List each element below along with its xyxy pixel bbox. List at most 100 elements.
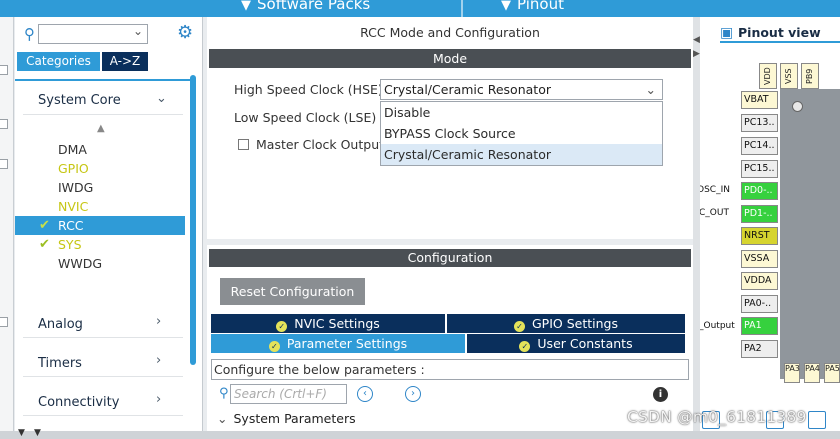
parameter-search-input[interactable]: Search (Crtl+F) [230, 384, 347, 404]
pin-vdda[interactable]: VDDA [741, 272, 778, 290]
left-edge-strip [0, 17, 14, 431]
bottom-pin-pa3[interactable]: PA3 [784, 363, 800, 383]
section-system-core[interactable]: System Core [38, 93, 121, 108]
list-item-rcc[interactable]: ✔ RCC [15, 216, 185, 235]
tab-categories[interactable]: Categories [17, 52, 100, 71]
tab-parameter-settings[interactable]: ✓ Parameter Settings [211, 334, 465, 353]
mco-checkbox[interactable] [238, 139, 249, 150]
collapse-icon[interactable]: ▼ [34, 428, 41, 438]
top-pin-pb9[interactable]: PB9 [801, 63, 819, 89]
option-crystal[interactable]: Crystal/Ceramic Resonator [381, 144, 662, 165]
rotate-icon[interactable] [808, 411, 826, 429]
chevron-down-icon[interactable]: ⌄ [646, 80, 656, 99]
search-icon[interactable]: ⚲ [24, 25, 35, 43]
check-circle-icon: ✓ [519, 341, 531, 352]
item-label: GPIO [58, 161, 89, 176]
pin-pc13[interactable]: PC13.. [741, 114, 778, 132]
list-item-iwdg[interactable]: IWDG [15, 178, 185, 197]
item-label: DMA [58, 142, 87, 157]
chevron-right-icon[interactable]: › [156, 314, 161, 329]
collapse-right-icon[interactable]: ▶ [693, 49, 700, 59]
software-packs-label: Software Packs [257, 0, 371, 13]
edge-tab[interactable] [0, 159, 8, 169]
vertical-scrollbar[interactable] [190, 75, 196, 365]
pin-pa1[interactable]: PA1 [741, 317, 778, 335]
list-item-sys[interactable]: ✔ SYS [15, 235, 185, 254]
bottom-pin-label: PA5 [825, 364, 840, 373]
category-search-input[interactable]: ⌄ [38, 24, 148, 44]
section-analog[interactable]: Analog [38, 317, 83, 332]
pin-pc14[interactable]: PC14.. [741, 137, 778, 155]
bottom-pin-pa4[interactable]: PA4 [804, 363, 820, 383]
tab-pinout-view[interactable]: ▣ Pinout view [720, 19, 840, 43]
previous-icon[interactable]: ‹ [357, 386, 373, 402]
top-pin-vdd[interactable]: VDD [759, 63, 777, 89]
edge-tab[interactable] [0, 65, 8, 75]
section-divider [23, 337, 183, 338]
bottom-pin-label: PA3 [785, 364, 800, 373]
mode-header: Mode [209, 49, 691, 68]
chevron-down-icon[interactable]: ⌄ [133, 24, 143, 38]
item-label: RCC [58, 218, 84, 233]
section-divider [23, 415, 183, 416]
tab-nvic-settings[interactable]: ✓ NVIC Settings [211, 314, 445, 333]
chevron-down-icon[interactable]: ⌄ [156, 91, 167, 106]
categories-panel: ⚲ ⌄ ⚙ Categories A->Z System Core ⌄ ▲ DM… [15, 17, 203, 431]
pin-pa2[interactable]: PA2 [741, 340, 778, 358]
collapse-left-icon[interactable]: ◀ [693, 35, 700, 45]
section-divider [23, 376, 183, 377]
list-item-dma[interactable]: DMA [15, 140, 185, 159]
option-disable[interactable]: Disable [381, 102, 662, 123]
edge-tab[interactable] [0, 317, 8, 327]
info-icon[interactable]: i [653, 387, 668, 402]
software-packs-menu[interactable]: ▼ Software Packs [241, 0, 370, 13]
tab-user-constants[interactable]: ✓ User Constants [467, 334, 685, 353]
expand-icon[interactable]: ▼ [18, 428, 25, 438]
gear-icon[interactable]: ⚙ [177, 22, 193, 43]
panel-title: RCC Mode and Configuration [360, 25, 540, 40]
panel-divider[interactable]: ◀ ▶ [693, 17, 700, 431]
option-bypass[interactable]: BYPASS Clock Source [381, 123, 662, 144]
pin-vbat[interactable]: VBAT [741, 91, 778, 109]
panel-splitter[interactable] [207, 239, 693, 245]
list-item-wwdg[interactable]: WWDG [15, 254, 185, 273]
list-item-nvic[interactable]: NVIC [15, 197, 185, 216]
pinout-panel: ▣ Pinout view VDD VSS PB9 VBAT PC13.. PC1… [700, 17, 840, 431]
chevron-right-icon[interactable]: › [156, 353, 161, 368]
system-parameters-label: System Parameters [233, 411, 356, 426]
tab-label: Parameter Settings [286, 336, 408, 351]
item-label: NVIC [58, 199, 89, 214]
hse-dropdown-list: Disable BYPASS Clock Source Crystal/Cera… [380, 101, 663, 166]
pin-pc15[interactable]: PC15.. [741, 160, 778, 178]
next-icon[interactable]: › [405, 386, 421, 402]
system-parameters-group[interactable]: ⌄ System Parameters [217, 411, 356, 426]
tab-gpio-settings[interactable]: ✓ GPIO Settings [447, 314, 685, 333]
edge-tab[interactable] [0, 119, 8, 129]
scroll-up-icon[interactable]: ▲ [97, 123, 105, 134]
hse-label: High Speed Clock (HSE) [234, 82, 383, 97]
tab-a-to-z[interactable]: A->Z [102, 52, 148, 71]
section-timers[interactable]: Timers [38, 356, 82, 371]
tab-label: User Constants [537, 336, 633, 351]
configuration-header: Configuration [209, 249, 691, 267]
pin-pa0[interactable]: PA0-.. [741, 295, 778, 313]
bottom-pin-label: PA4 [805, 364, 820, 373]
item-label: IWDG [58, 180, 94, 195]
configure-parameters-text: Configure the below parameters : [211, 359, 689, 380]
section-connectivity[interactable]: Connectivity [38, 395, 119, 410]
mco-label: Master Clock Output [256, 137, 385, 152]
top-pin-vss[interactable]: VSS [780, 63, 798, 89]
category-search-row: ⚲ ⌄ ⚙ [15, 21, 203, 45]
bottom-pin-pa5[interactable]: PA5 [824, 363, 840, 383]
search-icon[interactable]: ⚲ [219, 386, 229, 401]
pin-vssa[interactable]: VSSA [741, 250, 778, 268]
pin-pd0[interactable]: PD0-.. [741, 182, 778, 200]
chevron-right-icon[interactable]: › [156, 392, 161, 407]
reset-configuration-button[interactable]: Reset Configuration [220, 278, 365, 305]
list-item-gpio[interactable]: GPIO [15, 159, 185, 178]
hse-select[interactable]: Crystal/Ceramic Resonator ⌄ [380, 79, 663, 100]
pinout-menu[interactable]: ▼ Pinout [501, 0, 564, 13]
pin-pd1[interactable]: PD1-.. [741, 205, 778, 223]
pin-nrst[interactable]: NRST [741, 227, 778, 245]
lse-label: Low Speed Clock (LSE) [234, 110, 377, 125]
